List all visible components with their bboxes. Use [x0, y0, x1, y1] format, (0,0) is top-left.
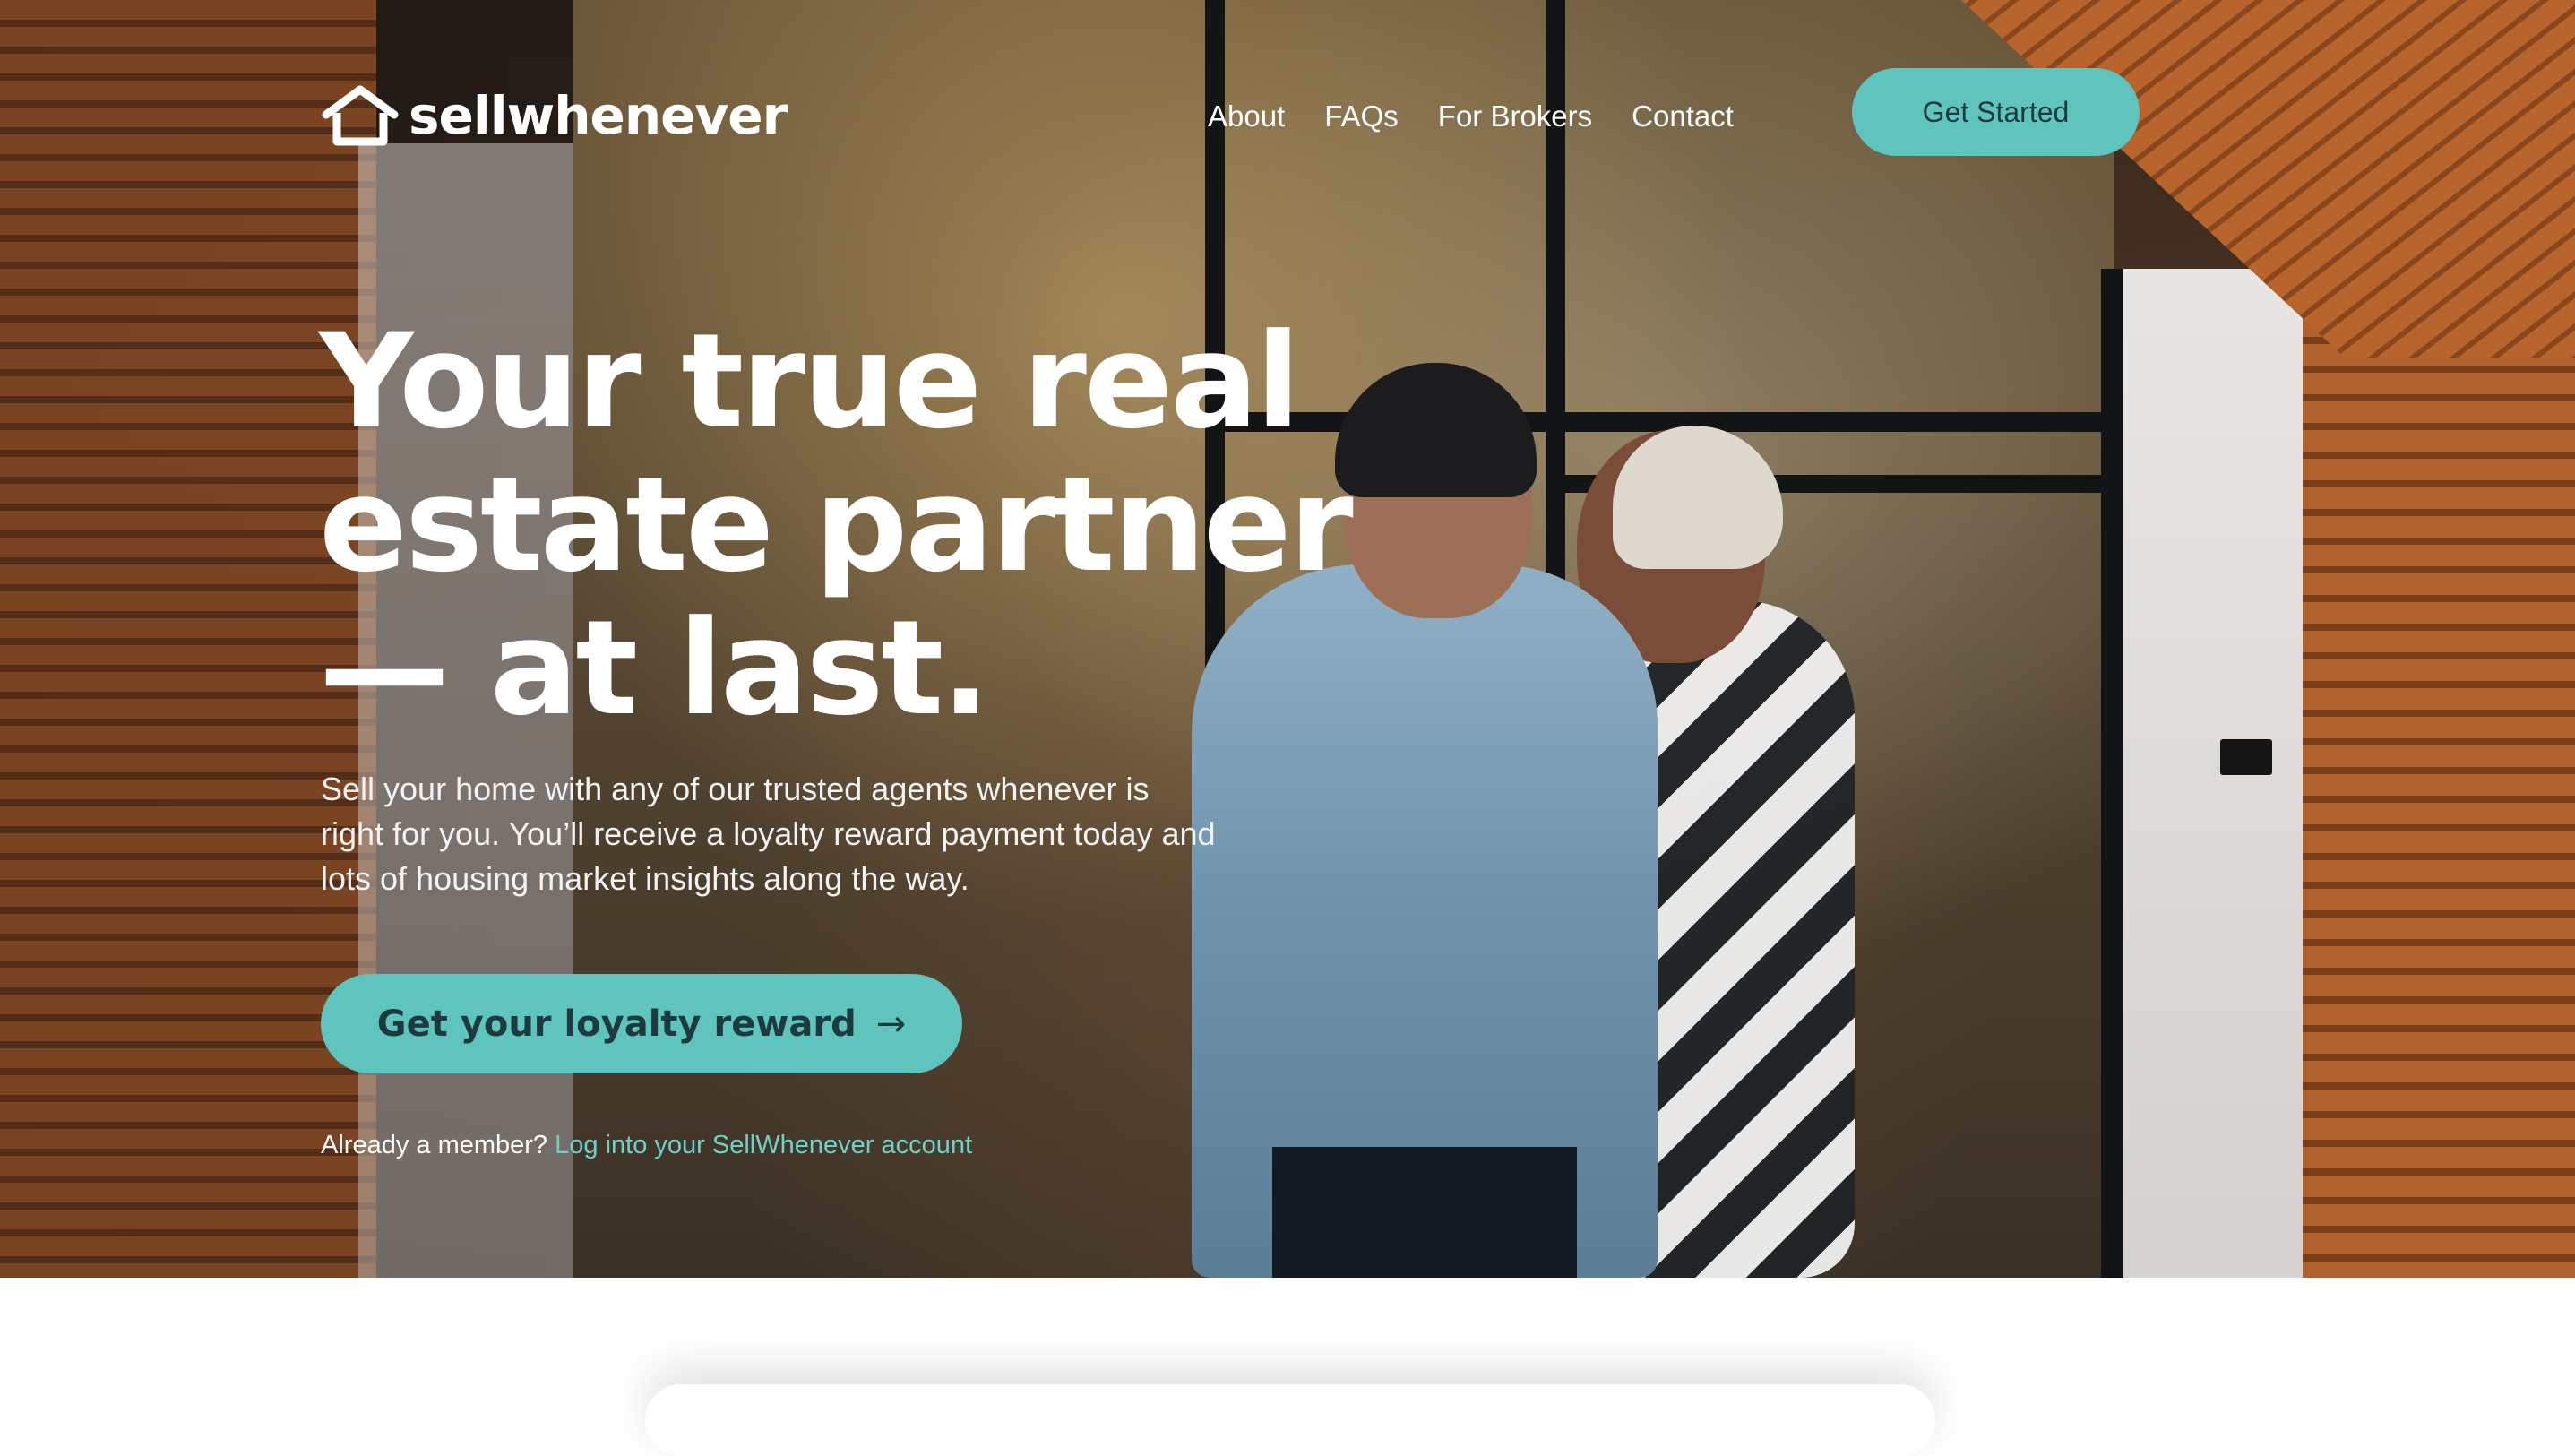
hero-subcopy: Sell your home with any of our trusted a…: [321, 771, 1216, 897]
brand-name: sellwhenever: [409, 85, 788, 146]
get-started-button[interactable]: Get Started: [1852, 68, 2140, 156]
wall-lamp: [2220, 739, 2272, 775]
hero-headline: Your true real estate partner — at last.: [319, 306, 1354, 745]
headline-line-1: Your true real: [319, 306, 1301, 458]
house-outline-icon: [322, 85, 399, 146]
login-link[interactable]: Log into your SellWhenever account: [555, 1131, 972, 1159]
nav-link-about[interactable]: About: [1208, 95, 1285, 138]
white-wall: [2123, 269, 2312, 1278]
woman-hair: [1613, 426, 1783, 569]
get-loyalty-reward-button[interactable]: Get your loyalty reward →: [321, 974, 962, 1073]
brand-logo[interactable]: sellwhenever: [321, 82, 788, 149]
nav-link-contact[interactable]: Contact: [1632, 95, 1734, 138]
arrow-right-icon: →: [875, 1003, 907, 1045]
content-card-edge: [645, 1384, 1935, 1456]
top-navigation: sellwhenever About FAQs For Brokers Cont…: [0, 0, 2575, 179]
cta-label: Get your loyalty reward: [376, 1003, 857, 1045]
content-panel-top: [0, 1278, 2575, 1358]
nav-link-for-brokers[interactable]: For Brokers: [1438, 95, 1592, 138]
man-jeans: [1272, 1147, 1577, 1278]
headline-line-3: — at last.: [319, 592, 991, 745]
nav-link-faqs[interactable]: FAQs: [1324, 95, 1399, 138]
headline-line-2: estate partner: [319, 449, 1354, 601]
man-beanie: [1335, 363, 1537, 497]
hero-section: sellwhenever About FAQs For Brokers Cont…: [0, 0, 2575, 1278]
member-prompt: Already a member?: [321, 1131, 548, 1159]
member-login-line: Already a member? Log into your SellWhen…: [321, 1131, 972, 1160]
nav-links: About FAQs For Brokers Contact: [1208, 95, 1734, 138]
